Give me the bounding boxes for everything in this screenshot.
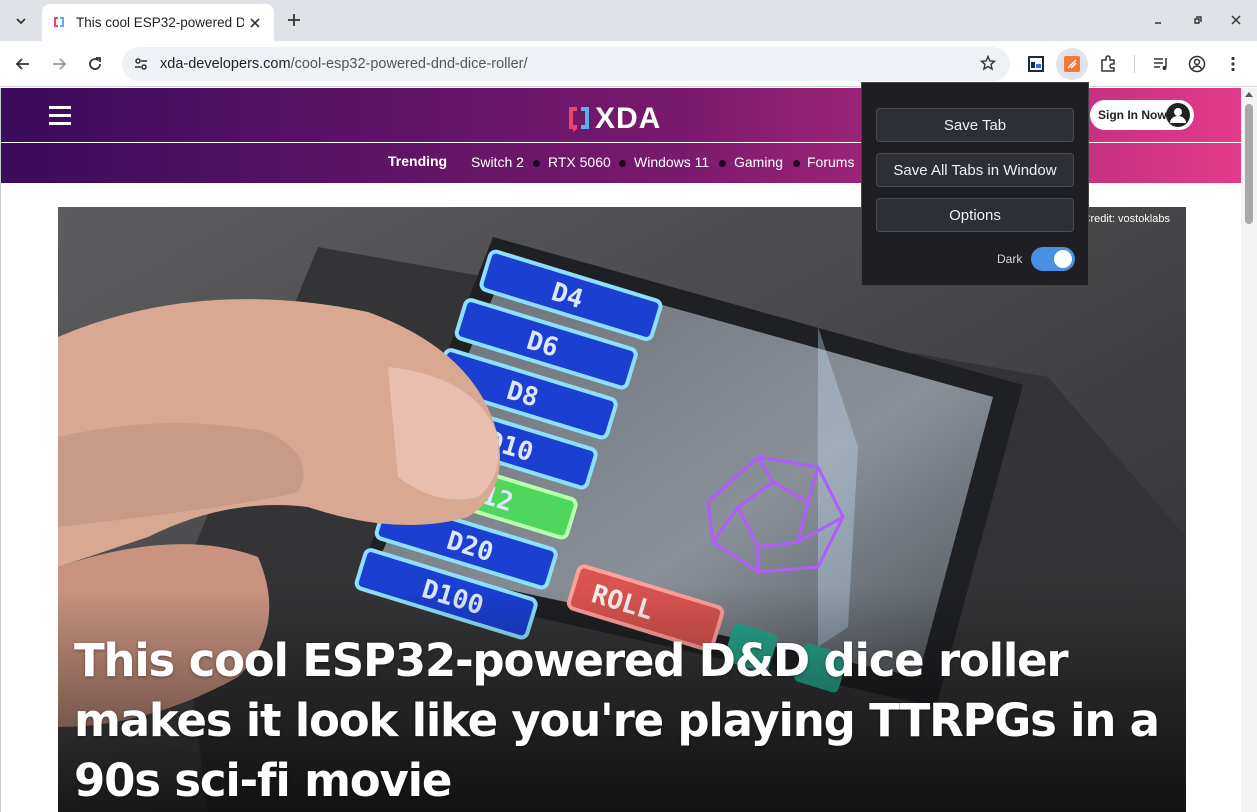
browser-toolbar: xda-developers.com/cool-esp32-powered-dn… (0, 41, 1257, 87)
trending-label: Trending (388, 153, 448, 169)
url-domain: xda-developers.com (160, 56, 291, 72)
plus-icon (288, 14, 300, 26)
trending-separator-dot (793, 160, 800, 167)
tab-active[interactable]: This cool ESP32-powered D&D dice roller … (42, 4, 274, 41)
arrow-right-icon (53, 58, 67, 70)
trending-link-switch-2[interactable]: Switch 2 (471, 154, 524, 170)
extension-tab-saver-button[interactable] (1023, 51, 1049, 77)
article-headline: This cool ESP32-powered D&D dice roller … (74, 634, 1160, 807)
tab-strip: This cool ESP32-powered D&D dice roller … (0, 0, 1257, 41)
minimize-icon (1155, 22, 1161, 24)
new-tab-button[interactable] (282, 8, 306, 32)
extensions-button[interactable] (1095, 51, 1121, 77)
trending-link-rtx-5060[interactable]: RTX 5060 (548, 154, 611, 170)
arrow-left-icon (15, 58, 29, 70)
restore-button[interactable] (1184, 8, 1212, 32)
orange-extension-icon (1064, 56, 1080, 72)
tab-search-button[interactable] (7, 7, 35, 35)
xda-logo[interactable]: XDA (567, 102, 661, 136)
media-control-button[interactable] (1148, 51, 1174, 77)
media-control-icon (1154, 58, 1167, 70)
forward-button[interactable] (46, 51, 72, 77)
close-icon (250, 17, 260, 28)
close-window-button[interactable] (1222, 8, 1250, 32)
hero-image: D4 D6 D8 D10 D12 D20 Credit: vostoklabs … (58, 207, 1186, 812)
page-scrollbar[interactable] (1241, 88, 1257, 812)
save-tab-button[interactable]: Save Tab (876, 108, 1074, 142)
hamburger-menu-icon[interactable] (49, 106, 71, 125)
save-all-tabs-button[interactable]: Save All Tabs in Window (876, 153, 1074, 187)
browser-window: This cool ESP32-powered D&D dice roller … (0, 0, 1257, 812)
bookmark-button[interactable] (979, 54, 997, 75)
scroll-thumb[interactable] (1245, 104, 1253, 224)
star-icon (979, 54, 997, 71)
extension-active-button[interactable] (1056, 48, 1088, 80)
url-text: xda-developers.com/cool-esp32-powered-dn… (160, 56, 528, 72)
site-info-button[interactable] (124, 47, 158, 81)
restore-icon (1194, 16, 1202, 24)
trending-link-gaming[interactable]: Gaming (734, 154, 783, 170)
trending-separator-dot (719, 160, 726, 167)
sign-in-label: Sign In Now (1098, 108, 1167, 122)
tab-title: This cool ESP32-powered D&D dice roller … (76, 15, 244, 30)
address-bar[interactable]: xda-developers.com/cool-esp32-powered-dn… (122, 47, 1010, 81)
minimize-button[interactable] (1144, 8, 1172, 32)
options-button[interactable]: Options (876, 198, 1074, 232)
image-credit: Credit: vostoklabs (1082, 213, 1170, 225)
profile-button[interactable] (1184, 51, 1210, 77)
tab-close-button[interactable] (246, 14, 264, 32)
reload-button[interactable] (82, 51, 108, 77)
url-path: /cool-esp32-powered-dnd-dice-roller/ (290, 56, 528, 72)
extension-popup: Save Tab Save All Tabs in Window Options… (861, 82, 1089, 286)
logo-text: XDA (595, 102, 662, 135)
account-avatar-icon (1166, 103, 1190, 127)
toolbar-separator (1134, 55, 1135, 73)
toggle-knob (1054, 250, 1072, 268)
trending-link-windows-11[interactable]: Windows 11 (634, 154, 709, 170)
trending-separator-dot (619, 160, 626, 167)
browser-menu-button[interactable] (1220, 51, 1246, 77)
back-button[interactable] (10, 51, 36, 77)
trending-separator-dot (533, 160, 540, 167)
trending-link-forums[interactable]: Forums (807, 154, 854, 170)
close-icon (1231, 15, 1241, 25)
dark-mode-toggle[interactable] (1031, 247, 1075, 271)
reload-icon (89, 57, 101, 70)
scroll-up-arrow-icon[interactable] (1245, 92, 1253, 97)
kebab-menu-icon (1231, 56, 1235, 72)
tune-icon (135, 58, 147, 70)
picture-in-frame-icon (1028, 56, 1044, 72)
profile-icon (1188, 55, 1206, 73)
puzzle-icon (1101, 55, 1115, 72)
dark-mode-label: Dark (997, 252, 1023, 266)
xda-logo-mark-icon (569, 107, 589, 132)
xda-favicon-icon (54, 16, 64, 27)
sign-in-button[interactable]: Sign In Now (1090, 100, 1194, 130)
chevron-down-icon (16, 18, 26, 25)
